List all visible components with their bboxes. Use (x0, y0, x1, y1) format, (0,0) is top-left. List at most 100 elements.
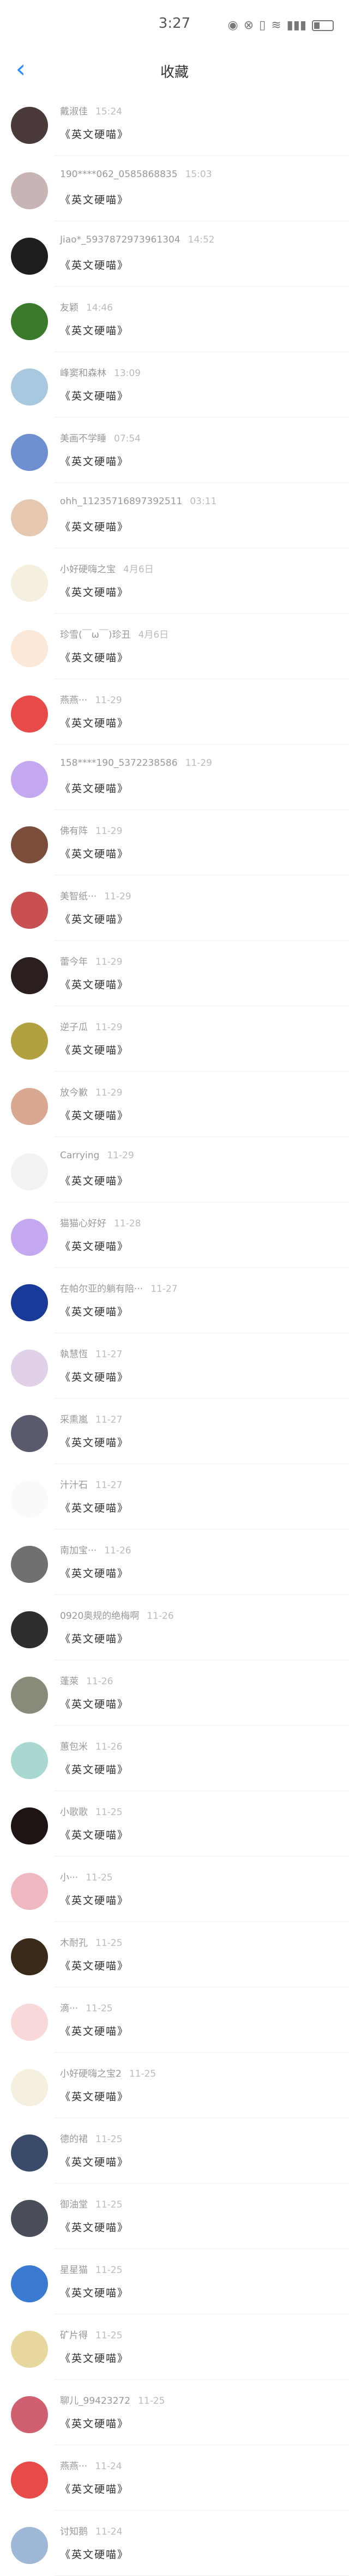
subject-title[interactable]: 《英文硬喵》 (60, 1435, 129, 1449)
username[interactable]: 燕燕··· (60, 2461, 87, 2472)
username[interactable]: 佛有阵 (60, 826, 88, 837)
list-item[interactable]: 汁汁石 11-27 《英文硬喵》 (0, 1464, 349, 1529)
list-item[interactable]: 蓬萊 11-26 《英文硬喵》 (0, 1660, 349, 1726)
username[interactable]: 蕙包米 (60, 1741, 88, 1752)
list-item[interactable]: 燕燕··· 11-24 《英文硬喵》 (0, 2445, 349, 2511)
avatar[interactable] (11, 2462, 48, 2499)
list-item[interactable]: 小歌歌 11-25 《英文硬喵》 (0, 1791, 349, 1857)
subject-title[interactable]: 《英文硬喵》 (60, 1631, 129, 1646)
list-item[interactable]: 木耐孔 11-25 《英文硬喵》 (0, 1922, 349, 1987)
avatar[interactable] (11, 1219, 48, 1256)
subject-title[interactable]: 《英文硬喵》 (60, 1238, 129, 1253)
subject-title[interactable]: 《英文硬喵》 (60, 2350, 129, 2365)
username[interactable]: 小歌歌 (60, 1807, 88, 1818)
list-item[interactable]: 190****062_0585868835 15:03 《英文硬喵》 (0, 156, 349, 221)
subject-title[interactable]: 《英文硬喵》 (60, 911, 129, 926)
avatar[interactable] (11, 303, 48, 340)
avatar[interactable] (11, 1807, 48, 1845)
username[interactable]: 德的裙 (60, 2134, 88, 2145)
username[interactable]: 小好硬嗨之宝 (60, 564, 116, 575)
subject-title[interactable]: 《英文硬喵》 (60, 2416, 129, 2430)
subject-title[interactable]: 《英文硬喵》 (60, 2481, 129, 2496)
subject-title[interactable]: 《英文硬喵》 (60, 1696, 129, 1711)
username[interactable]: 蓬萊 (60, 1676, 79, 1687)
subject-title[interactable]: 《英文硬喵》 (60, 650, 129, 664)
subject-title[interactable]: 《英文硬喵》 (60, 715, 129, 730)
list-item[interactable]: 友颖 14:46 《英文硬喵》 (0, 287, 349, 352)
avatar[interactable] (11, 1677, 48, 1714)
subject-title[interactable]: 《英文硬喵》 (60, 781, 129, 795)
avatar[interactable] (11, 1938, 48, 1975)
avatar[interactable] (11, 2331, 48, 2368)
list-item[interactable]: 采熏嵐 11-27 《英文硬喵》 (0, 1399, 349, 1464)
list-item[interactable]: 小好硬嗨之宝 4月6日 《英文硬喵》 (0, 548, 349, 614)
subject-title[interactable]: 《英文硬喵》 (60, 977, 129, 991)
avatar[interactable] (11, 107, 48, 144)
subject-title[interactable]: 《英文硬喵》 (60, 1500, 129, 1515)
username[interactable]: 猫猫心好好 (60, 1218, 106, 1229)
list-item[interactable]: 矿片得 11-25 《英文硬喵》 (0, 2314, 349, 2380)
list-item[interactable]: 德的裙 11-25 《英文硬喵》 (0, 2118, 349, 2184)
subject-title[interactable]: 《英文硬喵》 (60, 2220, 129, 2234)
username[interactable]: ohh_11235716897392511 (60, 496, 182, 507)
subject-title[interactable]: 《英文硬喵》 (60, 2547, 129, 2561)
list-item[interactable]: 峰窦和森林 13:09 《英文硬喵》 (0, 352, 349, 418)
list-item[interactable]: 小好硬嗨之宝2 11-25 《英文硬喵》 (0, 2053, 349, 2118)
avatar[interactable] (11, 2134, 48, 2172)
avatar[interactable] (11, 957, 48, 994)
subject-title[interactable]: 《英文硬喵》 (60, 1565, 129, 1580)
avatar[interactable] (11, 1023, 48, 1060)
subject-title[interactable]: 《英文硬喵》 (60, 1827, 129, 1842)
avatar[interactable] (11, 172, 48, 209)
subject-title[interactable]: 《英文硬喵》 (60, 846, 129, 861)
username[interactable]: 158****190_5372238586 (60, 758, 178, 769)
subject-title[interactable]: 《英文硬喵》 (60, 1042, 129, 1057)
username[interactable]: 燕燕··· (60, 695, 87, 706)
username[interactable]: 放今歉 (60, 1087, 88, 1098)
username[interactable]: 美画不学睡 (60, 433, 106, 444)
username[interactable]: 珍雪(￣ω￣)珍丑 (60, 630, 131, 640)
username[interactable]: 星星猫 (60, 2265, 88, 2276)
list-item[interactable]: 158****190_5372238586 11-29 《英文硬喵》 (0, 745, 349, 810)
subject-title[interactable]: 《英文硬喵》 (60, 1173, 129, 1188)
list-item[interactable]: Jiao*_5937872973961304 14:52 《英文硬喵》 (0, 221, 349, 287)
username[interactable]: 汁汁石 (60, 1480, 88, 1491)
list-item[interactable]: 猫猫心好好 11-28 《英文硬喵》 (0, 1202, 349, 1268)
username[interactable]: 190****062_0585868835 (60, 169, 178, 180)
username[interactable]: 讨知鹅 (60, 2526, 88, 2537)
username[interactable]: 蕾今年 (60, 957, 88, 967)
list-item[interactable]: 美画不学睡 07:54 《英文硬喵》 (0, 418, 349, 483)
username[interactable]: 御油堂 (60, 2199, 88, 2210)
subject-title[interactable]: 《英文硬喵》 (60, 1762, 129, 1776)
username[interactable]: 逆子瓜 (60, 1022, 88, 1033)
list-item[interactable]: 珍雪(￣ω￣)珍丑 4月6日 《英文硬喵》 (0, 614, 349, 679)
avatar[interactable] (11, 1480, 48, 1517)
list-item[interactable]: 聊儿_99423272 11-25 《英文硬喵》 (0, 2380, 349, 2445)
username[interactable]: 峰窦和森林 (60, 368, 106, 379)
avatar[interactable] (11, 892, 48, 929)
username[interactable]: 友颖 (60, 303, 79, 313)
avatar[interactable] (11, 2069, 48, 2106)
subject-title[interactable]: 《英文硬喵》 (60, 1304, 129, 1319)
subject-title[interactable]: 《英文硬喵》 (60, 1108, 129, 1122)
avatar[interactable] (11, 1742, 48, 1779)
avatar[interactable] (11, 1415, 48, 1452)
avatar[interactable] (11, 1873, 48, 1910)
username[interactable]: 小··· (60, 1872, 78, 1883)
avatar[interactable] (11, 696, 48, 733)
avatar[interactable] (11, 2265, 48, 2302)
username[interactable]: 南加宝··· (60, 1545, 97, 1556)
subject-title[interactable]: 《英文硬喵》 (60, 2285, 129, 2300)
list-item[interactable]: 燕燕··· 11-29 《英文硬喵》 (0, 679, 349, 745)
username[interactable]: 滴··· (60, 2003, 78, 2014)
list-item[interactable]: Carrying 11-29 《英文硬喵》 (0, 1137, 349, 1202)
list-item[interactable]: 滴··· 11-25 《英文硬喵》 (0, 1987, 349, 2053)
subject-title[interactable]: 《英文硬喵》 (60, 126, 129, 141)
avatar[interactable] (11, 2200, 48, 2237)
avatar[interactable] (11, 2396, 48, 2433)
list-item[interactable]: 蕙包米 11-26 《英文硬喵》 (0, 1726, 349, 1791)
username[interactable]: 執慧恆 (60, 1349, 88, 1360)
avatar[interactable] (11, 2527, 48, 2564)
list-item[interactable]: 在帕尔亚的躺有陪··· 11-27 《英文硬喵》 (0, 1268, 349, 1333)
avatar[interactable] (11, 1088, 48, 1125)
